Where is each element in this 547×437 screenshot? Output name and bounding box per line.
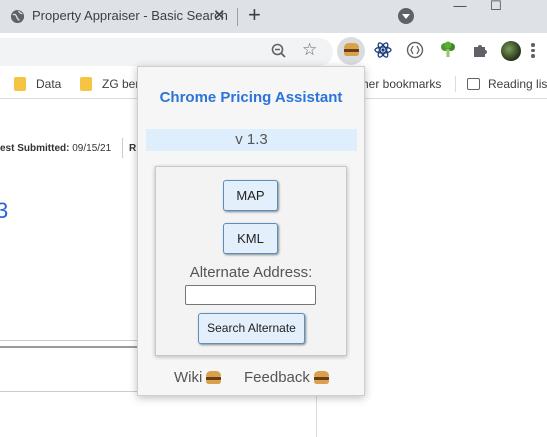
actions-panel: MAP KML Alternate Address: Search Altern… <box>155 166 347 356</box>
divider <box>316 396 317 437</box>
code-bracket-icon[interactable] <box>405 40 425 60</box>
last-submitted: est Submitted: 09/15/21 <box>0 143 111 154</box>
tab-separator <box>237 8 238 26</box>
zoom-out-icon[interactable] <box>271 43 287 59</box>
broccoli-icon[interactable] <box>438 40 458 60</box>
bookmark-label: Reading list <box>488 77 547 91</box>
feedback-link[interactable]: Feedback <box>244 369 329 386</box>
wiki-link-label: Wiki <box>174 369 203 386</box>
version-label: v 1.3 <box>146 129 357 151</box>
burger-icon <box>313 370 329 385</box>
property-card: est Submitted: 09/15/21 R 3 <box>0 100 137 392</box>
profile-avatar[interactable] <box>501 41 521 61</box>
toolbar: ☆ <box>0 33 547 69</box>
bookmark-label: Data <box>36 77 62 91</box>
extension-popup: Chrome Pricing Assistant v 1.3 MAP KML A… <box>137 66 365 396</box>
browser-tab[interactable]: Property Appraiser - Basic Search ✕ <box>0 0 237 33</box>
folder-icon <box>80 77 92 91</box>
bookmark-folder-zg[interactable]: ZG ber <box>80 75 139 93</box>
new-tab-button[interactable]: + <box>248 4 261 26</box>
reading-list-icon <box>467 78 480 90</box>
puzzle-icon[interactable] <box>470 40 490 60</box>
tab-strip: Property Appraiser - Basic Search ✕ + — … <box>0 0 547 33</box>
result-number[interactable]: 3 <box>0 198 8 224</box>
wiki-link[interactable]: Wiki <box>174 369 222 386</box>
bookmark-folder-data[interactable]: Data <box>14 75 61 93</box>
tab-title: Property Appraiser - Basic Search <box>32 8 228 23</box>
globe-icon <box>10 9 25 24</box>
card-border <box>0 340 137 343</box>
other-bookmarks[interactable]: her bookmarks <box>362 75 441 93</box>
last-submitted-label: est Submitted: <box>0 143 70 154</box>
menu-dots-icon[interactable] <box>530 41 536 61</box>
bookmark-label: ZG ber <box>102 77 140 91</box>
burger-extension-icon[interactable] <box>341 40 361 60</box>
reading-list[interactable]: Reading list <box>467 75 547 93</box>
feedback-link-label: Feedback <box>244 369 310 386</box>
alternate-address-input[interactable] <box>185 285 316 305</box>
search-alternate-button[interactable]: Search Alternate <box>198 313 305 344</box>
map-button[interactable]: MAP <box>223 180 278 211</box>
bookmark-label: her bookmarks <box>362 77 442 91</box>
maximize-button[interactable]: ☐ <box>476 0 516 16</box>
folder-icon <box>14 77 26 91</box>
popup-title: Chrome Pricing Assistant <box>159 89 343 106</box>
last-submitted-date: 09/15/21 <box>72 143 112 154</box>
second-panel <box>0 346 137 392</box>
truncated-label: R <box>129 143 137 154</box>
minimize-button[interactable]: — <box>440 0 480 16</box>
divider <box>122 138 123 158</box>
react-icon[interactable] <box>373 40 393 60</box>
close-icon[interactable]: ✕ <box>213 6 226 24</box>
burger-icon <box>206 370 222 385</box>
bookmark-star-icon[interactable]: ☆ <box>302 40 317 60</box>
bookmarks-separator <box>455 76 456 92</box>
kml-button[interactable]: KML <box>223 223 278 254</box>
tab-search-icon[interactable] <box>398 8 414 24</box>
alternate-address-label: Alternate Address: <box>189 264 313 281</box>
